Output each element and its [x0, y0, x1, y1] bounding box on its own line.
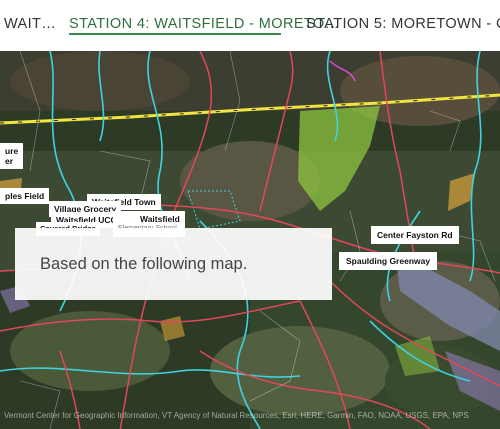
map-label-center-fayston: Center Fayston Rd	[371, 226, 459, 244]
map-attribution: Vermont Center for Geographic Informatio…	[4, 411, 469, 420]
question-text: Based on the following map.	[40, 255, 248, 273]
map-label-spaulding-greenway: Spaulding Greenway	[339, 252, 438, 270]
map-label-partial-text: ure er	[5, 146, 19, 166]
station-tab-bar: WAIT… STATION 4: WAITSFIELD - MORETO… ST…	[0, 0, 500, 52]
map-label-waitsfield-school-line1: Waitsfield	[140, 214, 180, 224]
tab-station-4[interactable]: STATION 4: WAITSFIELD - MORETO…	[69, 16, 339, 32]
question-card: Based on the following map.	[15, 228, 332, 300]
map-label-fields: ples Field	[0, 188, 50, 204]
tab-station-5[interactable]: STATION 5: MORETOWN - CROSS	[306, 16, 500, 32]
map-label-partial: ure er	[0, 143, 24, 169]
tab-waitsfield[interactable]: WAIT…	[4, 16, 56, 32]
active-tab-indicator	[69, 33, 281, 35]
